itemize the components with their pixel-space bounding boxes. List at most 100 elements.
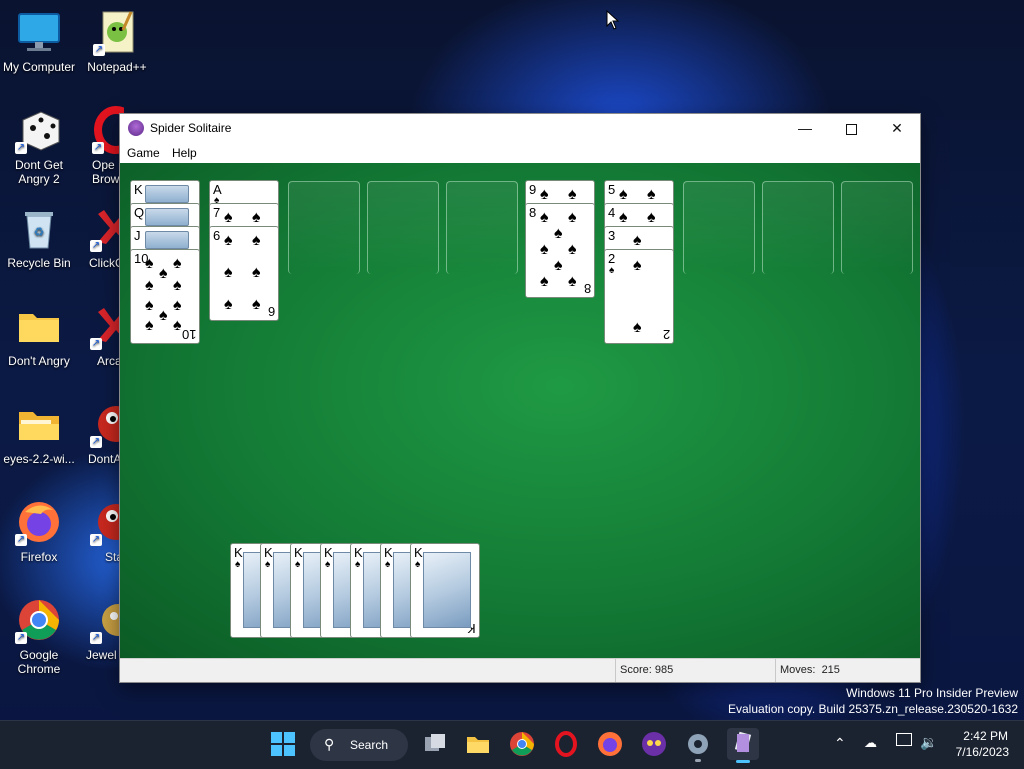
desktop-icon-opera[interactable]: ↗ Ope Brow [78,106,124,186]
spider-solitaire-window[interactable]: Spider Solitaire — ✕ Game Help K Q J 10 … [120,114,920,682]
spade-pip-icon: ♠ [568,241,577,258]
card-rank: 7 [213,205,221,220]
taskbar-spider-solitaire[interactable] [727,728,759,763]
spade-pip-icon: ♠ [568,209,577,226]
onedrive-icon[interactable]: ☁ [864,735,877,751]
taskbar-app-purple[interactable] [641,731,667,757]
title-bar[interactable]: Spider Solitaire — ✕ [120,114,920,142]
taskbar-search[interactable]: ⚲ Search [310,729,408,761]
card[interactable]: 6 6 ♠ ♠ ♠ ♠ ♠ ♠ [209,226,279,321]
desktop-icon-donta[interactable]: ↗ DontA [78,400,120,466]
minimize-button[interactable]: — [782,114,828,142]
card[interactable]: 10 10 ♠ ♠ ♠ ♠ ♠ ♠ ♠ ♠ ♠ ♠ [130,249,200,344]
spade-pip-icon: ♠ [159,265,168,282]
desktop-icon-dont-angry[interactable]: Don't Angry [0,302,78,368]
clock-date[interactable]: 7/16/2023 [956,745,1009,759]
close-button[interactable]: ✕ [874,114,920,142]
desktop-icon-notepadpp[interactable]: ↗ Notepad++ [78,8,156,74]
spade-pip-icon: ♠ [145,255,154,272]
taskbar-firefox[interactable] [597,731,623,757]
taskbar-chrome[interactable] [509,731,535,757]
running-indicator [695,759,701,762]
recycle-bin-icon: ♻ [15,204,63,252]
card-rank: K [414,545,423,560]
firefox-icon [598,732,622,756]
card-rank: 5 [608,182,616,197]
notepadpp-icon: ↗ [93,8,141,56]
desktop-icon-label: eyes-2.2-wi... [3,452,75,466]
spider-solitaire-icon [734,731,752,753]
desktop-icon-dont-get-angry-2[interactable]: ↗ Dont Get Angry 2 [0,106,78,186]
desktop-icon-eyes[interactable]: eyes-2.2-wi... [0,400,78,466]
desktop-icon-clickc[interactable]: ↗ ClickC [78,204,120,270]
empty-column-slot[interactable] [683,181,755,274]
spade-pip-icon: ♠ [415,559,421,570]
spade-pip-icon: ♠ [224,232,233,249]
empty-column-slot[interactable] [841,181,913,274]
spade-pip-icon: ♠ [554,257,563,274]
shortcut-arrow-icon: ↗ [90,436,102,448]
card-rank: 8 [583,281,591,296]
card-rank: K [234,545,243,560]
empty-column-slot[interactable] [367,181,439,274]
spade-pip-icon: ♠ [355,559,361,570]
desktop-icon-label: ClickC [89,256,120,270]
desktop-icon-google-chrome[interactable]: ↗ Google Chrome [0,596,78,676]
spade-pip-icon: ♠ [554,225,563,242]
empty-column-slot[interactable] [446,181,518,274]
shortcut-arrow-icon: ↗ [15,142,27,154]
card[interactable]: 8 8 ♠ ♠ ♠ ♠ ♠ ♠ ♠ ♠ [525,203,595,298]
spade-pip-icon: ♠ [145,277,154,294]
moves-label: Moves: 215 [780,664,840,676]
taskbar-file-explorer[interactable] [465,731,491,757]
desktop-icon-sta[interactable]: ↗ Sta [78,498,120,564]
start-button[interactable] [270,731,296,757]
red-x-icon: ↗ [90,302,120,350]
desktop-icon-arca[interactable]: ↗ Arca [78,302,120,368]
desktop-icon-label: Don't Angry [8,354,70,368]
desktop-icon-my-computer[interactable]: My Computer [0,8,78,74]
spade-pip-icon: ♠ [252,264,261,281]
taskbar-settings[interactable] [685,731,711,762]
card-rank: 3 [608,228,616,243]
taskbar: ⚲ Search ⌃ ☁ 🔉 2:42 PM 7/16/2023 [0,720,1024,769]
menu-game[interactable]: Game [127,146,160,160]
spade-pip-icon: ♠ [173,317,182,334]
face-card-art [145,231,189,249]
card-rank: Q [134,205,145,220]
desktop-icon-recycle-bin[interactable]: ♻ Recycle Bin [0,204,78,270]
card-rank: K [384,545,393,560]
card-rank: 2 [662,327,670,342]
desktop-icon-label: Jewel [86,648,117,662]
red-ball-icon: ↗ [90,498,120,546]
task-view-button[interactable] [422,731,448,757]
taskbar-opera[interactable] [553,731,579,757]
card[interactable]: 2 2 ♠ ♠ ♠ [604,249,674,344]
empty-column-slot[interactable] [288,181,360,274]
status-divider [615,659,616,682]
empty-column-slot[interactable] [762,181,834,274]
maximize-button[interactable] [828,114,874,142]
spade-pip-icon: ♠ [619,209,628,226]
desktop-icon-label: Recycle Bin [7,256,71,270]
spade-pip-icon: ♠ [252,296,261,313]
shortcut-arrow-icon: ↗ [15,534,27,546]
menu-help[interactable]: Help [172,146,197,160]
folder-icon [15,302,63,350]
spade-pip-icon: ♠ [633,319,642,336]
spade-pip-icon: ♠ [145,297,154,314]
show-hidden-icons-button[interactable]: ⌃ [834,735,846,752]
spade-pip-icon: ♠ [568,186,577,203]
spade-pip-icon: ♠ [540,273,549,290]
volume-icon[interactable]: 🔉 [920,734,937,751]
network-icon[interactable] [896,733,912,746]
search-label: Search [350,738,389,752]
spade-pip-icon: ♠ [540,241,549,258]
task-view-icon [425,734,445,751]
clock-time[interactable]: 2:42 PM [963,729,1008,743]
status-bar: Score: 985 Moves: 215 [120,658,920,682]
game-felt[interactable]: K Q J 10 10 ♠ ♠ ♠ ♠ ♠ ♠ ♠ ♠ ♠ ♠ A ♠ 7 ♠ … [120,163,920,659]
desktop-icon-firefox[interactable]: ↗ Firefox [0,498,78,564]
shortcut-arrow-icon: ↗ [15,632,27,644]
desktop-icon-jewel[interactable]: ↗ Jewel [78,596,120,662]
